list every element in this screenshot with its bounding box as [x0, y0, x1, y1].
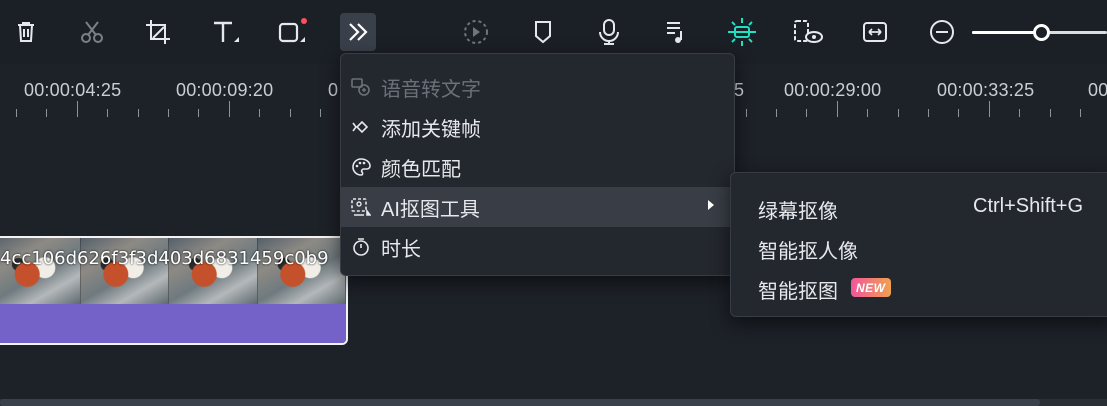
ruler-tick	[837, 101, 838, 117]
menu-item-add-keyframe[interactable]: 添加关键帧	[341, 107, 734, 147]
split-button[interactable]	[74, 13, 110, 51]
marker-icon	[535, 21, 551, 44]
ruler-tick	[168, 109, 169, 117]
zoom-slider-thumb[interactable]	[1033, 24, 1050, 41]
ruler-tick	[1080, 109, 1081, 117]
music-list-icon	[667, 22, 682, 43]
ruler-tick	[806, 109, 807, 117]
more-tools-menu: 语音转文字 添加关键帧 颜色匹配 AI抠图工具 时长	[340, 53, 735, 276]
menu-item-color-match[interactable]: 颜色匹配	[341, 147, 734, 187]
preview-render-icon	[794, 20, 823, 43]
ruler-tick	[46, 109, 47, 117]
zoom-slider-fill	[972, 31, 1042, 34]
clip-name: 4cc106d626f3f3d403d6831459c0b9	[0, 248, 329, 269]
ruler-tick	[290, 109, 291, 117]
fit-width-icon	[863, 22, 887, 42]
menu-item-label: 时长	[381, 238, 421, 261]
ruler-tick	[107, 109, 108, 117]
menu-item-label: 添加关键帧	[381, 118, 481, 141]
ai-cutout-icon	[351, 198, 371, 216]
ruler-timecode: 00:00:33:25	[937, 80, 1035, 100]
crop-icon	[146, 20, 170, 44]
ruler-tick	[898, 109, 899, 117]
ruler-tick	[1050, 109, 1051, 117]
new-badge: NEW	[851, 278, 891, 297]
trash-icon	[18, 22, 34, 42]
speed-button[interactable]	[458, 13, 494, 51]
menu-item-duration[interactable]: 时长	[341, 227, 734, 267]
ruler-tick	[138, 109, 139, 117]
menu-item-label: AI抠图工具	[381, 198, 480, 221]
menu-item-label: 语音转文字	[381, 78, 481, 101]
ruler-timecode: 00:00:04:25	[24, 80, 122, 100]
submenu-arrow-icon	[708, 200, 714, 210]
ai-cutout-submenu: 绿幕抠像 Ctrl+Shift+G 智能抠人像 智能抠图 NEW	[730, 172, 1107, 317]
shape-button[interactable]	[274, 13, 310, 51]
ruler-tick	[958, 109, 959, 117]
record-voice-button[interactable]	[591, 13, 627, 51]
ruler-tick	[989, 101, 990, 117]
ruler-timecode: 00	[1088, 80, 1107, 100]
menu-item-speech-to-text[interactable]: 语音转文字	[341, 67, 734, 107]
submenu-item-smart-cutout[interactable]: 智能抠图 NEW	[731, 266, 1107, 306]
submenu-item-label: 绿幕抠像	[758, 201, 838, 223]
ruler-tick	[16, 109, 17, 117]
delete-button[interactable]	[8, 13, 44, 51]
ai-button[interactable]	[724, 13, 760, 51]
ruler-timecode: 00:00:09:20	[176, 80, 274, 100]
zoom-out-button[interactable]	[924, 13, 960, 51]
submenu-item-chroma-key[interactable]: 绿幕抠像 Ctrl+Shift+G	[731, 186, 1107, 226]
shortcut-label: Ctrl+Shift+G	[973, 195, 1084, 217]
text-button[interactable]	[208, 13, 244, 51]
video-clip[interactable]: 4cc106d626f3f3d403d6831459c0b9	[0, 236, 348, 345]
ruler-tick	[746, 109, 747, 117]
scissors-icon	[81, 21, 103, 43]
microphone-icon	[599, 19, 619, 45]
ai-track-icon	[728, 18, 756, 46]
menu-item-ai-cutout[interactable]: AI抠图工具	[341, 187, 734, 227]
ruler-timecode: 5	[734, 80, 745, 100]
ruler-tick	[928, 109, 929, 117]
more-chevrons-icon	[349, 23, 368, 41]
speed-icon	[464, 20, 488, 44]
preview-button[interactable]	[790, 13, 826, 51]
notification-dot-icon	[301, 18, 307, 24]
ruler-tick	[867, 109, 868, 117]
fit-button[interactable]	[857, 13, 893, 51]
ruler-timecode: 0	[328, 80, 339, 100]
stopwatch-icon	[351, 238, 371, 256]
ruler-timecode: 00:00:29:00	[784, 80, 882, 100]
submenu-item-label: 智能抠人像	[758, 241, 858, 263]
zoom-out-icon	[930, 20, 954, 44]
keyframe-icon	[351, 118, 371, 136]
ruler-tick	[198, 109, 199, 117]
menu-item-label: 颜色匹配	[381, 158, 461, 181]
submenu-item-smart-portrait[interactable]: 智能抠人像	[731, 226, 1107, 266]
ruler-tick	[229, 101, 230, 117]
ruler-tick	[259, 109, 260, 117]
marker-button[interactable]	[525, 13, 561, 51]
shape-icon	[278, 18, 307, 43]
audio-button[interactable]	[658, 13, 694, 51]
more-tools-button[interactable]	[340, 13, 376, 51]
ruler-tick	[320, 109, 321, 117]
text-icon	[214, 21, 239, 42]
speech-to-text-icon	[351, 78, 371, 96]
submenu-item-label: 智能抠图	[758, 281, 838, 303]
scrollbar-thumb[interactable]	[0, 399, 1040, 406]
palette-icon	[351, 158, 371, 176]
ruler-tick	[77, 101, 78, 117]
clip-audio-track	[0, 304, 346, 343]
crop-button[interactable]	[140, 13, 176, 51]
ruler-tick	[776, 109, 777, 117]
ruler-tick	[1019, 109, 1020, 117]
